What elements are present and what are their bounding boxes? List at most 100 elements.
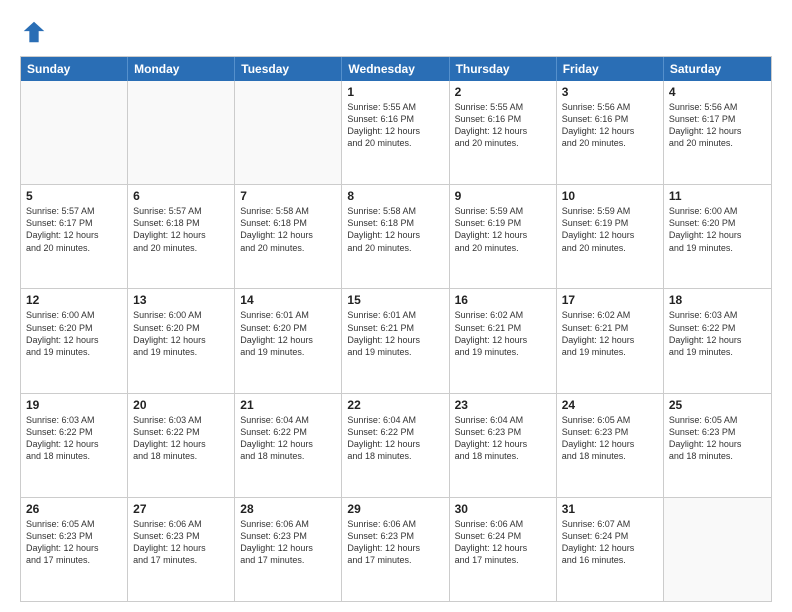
calendar-cell: 14 Sunrise: 6:01 AM Sunset: 6:20 PM Dayli… (235, 289, 342, 392)
cell-info: Sunrise: 6:00 AM Sunset: 6:20 PM Dayligh… (669, 205, 766, 254)
calendar-cell: 15 Sunrise: 6:01 AM Sunset: 6:21 PM Dayli… (342, 289, 449, 392)
calendar-cell: 27Sunrise: 6:06 AM Sunset: 6:23 PM Dayli… (128, 498, 235, 601)
day-number: 17 (562, 293, 658, 307)
calendar-cell: 23 Sunrise: 6:04 AM Sunset: 6:23 PM Dayli… (450, 394, 557, 497)
day-number: 18 (669, 293, 766, 307)
day-number: 20 (133, 398, 229, 412)
cell-info: Sunrise: 5:55 AM Sunset: 6:16 PM Dayligh… (347, 101, 443, 150)
cell-info: Sunrise: 6:04 AM Sunset: 6:22 PM Dayligh… (240, 414, 336, 463)
calendar-cell: 12Sunrise: 6:00 AM Sunset: 6:20 PM Dayli… (21, 289, 128, 392)
day-number: 3 (562, 85, 658, 99)
cell-info: Sunrise: 6:02 AM Sunset: 6:21 PM Dayligh… (455, 309, 551, 358)
calendar-cell: 26 Sunrise: 6:05 AM Sunset: 6:23 PM Dayli… (21, 498, 128, 601)
day-number: 6 (133, 189, 229, 203)
calendar-cell: 19 Sunrise: 6:03 AM Sunset: 6:22 PM Dayli… (21, 394, 128, 497)
cell-info: Sunrise: 5:59 AM Sunset: 6:19 PM Dayligh… (455, 205, 551, 254)
cell-info: Sunrise: 6:03 AM Sunset: 6:22 PM Dayligh… (133, 414, 229, 463)
calendar-cell: 30 Sunrise: 6:06 AM Sunset: 6:24 PM Dayli… (450, 498, 557, 601)
cell-info: Sunrise: 6:06 AM Sunset: 6:23 PM Dayligh… (240, 518, 336, 567)
calendar-cell: 24 Sunrise: 6:05 AM Sunset: 6:23 PM Dayli… (557, 394, 664, 497)
cell-info: Sunrise: 6:04 AM Sunset: 6:22 PM Dayligh… (347, 414, 443, 463)
cell-info: Sunrise: 5:56 AM Sunset: 6:17 PM Dayligh… (669, 101, 766, 150)
calendar-header-cell: Tuesday (235, 57, 342, 81)
calendar-cell: 4 Sunrise: 5:56 AM Sunset: 6:17 PM Daylig… (664, 81, 771, 184)
calendar-cell (21, 81, 128, 184)
day-number: 1 (347, 85, 443, 99)
cell-info: Sunrise: 6:06 AM Sunset: 6:24 PM Dayligh… (455, 518, 551, 567)
day-number: 24 (562, 398, 658, 412)
calendar-cell: 11 Sunrise: 6:00 AM Sunset: 6:20 PM Dayli… (664, 185, 771, 288)
day-number: 11 (669, 189, 766, 203)
calendar-cell: 13Sunrise: 6:00 AM Sunset: 6:20 PM Dayli… (128, 289, 235, 392)
day-number: 7 (240, 189, 336, 203)
calendar-cell: 17Sunrise: 6:02 AM Sunset: 6:21 PM Dayli… (557, 289, 664, 392)
header (20, 18, 772, 46)
cell-info: Sunrise: 5:58 AM Sunset: 6:18 PM Dayligh… (347, 205, 443, 254)
calendar-cell: 2 Sunrise: 5:55 AM Sunset: 6:16 PM Daylig… (450, 81, 557, 184)
calendar-cell: 8 Sunrise: 5:58 AM Sunset: 6:18 PM Daylig… (342, 185, 449, 288)
day-number: 23 (455, 398, 551, 412)
calendar-cell: 3 Sunrise: 5:56 AM Sunset: 6:16 PM Daylig… (557, 81, 664, 184)
cell-info: Sunrise: 6:06 AM Sunset: 6:23 PM Dayligh… (133, 518, 229, 567)
day-number: 26 (26, 502, 122, 516)
calendar-cell: 9 Sunrise: 5:59 AM Sunset: 6:19 PM Daylig… (450, 185, 557, 288)
cell-info: Sunrise: 6:05 AM Sunset: 6:23 PM Dayligh… (26, 518, 122, 567)
calendar-header-cell: Thursday (450, 57, 557, 81)
day-number: 31 (562, 502, 658, 516)
calendar-row: 5 Sunrise: 5:57 AM Sunset: 6:17 PM Daylig… (21, 185, 771, 289)
cell-info: Sunrise: 5:56 AM Sunset: 6:16 PM Dayligh… (562, 101, 658, 150)
day-number: 29 (347, 502, 443, 516)
calendar-header-cell: Sunday (21, 57, 128, 81)
day-number: 14 (240, 293, 336, 307)
day-number: 30 (455, 502, 551, 516)
cell-info: Sunrise: 6:07 AM Sunset: 6:24 PM Dayligh… (562, 518, 658, 567)
calendar-cell (664, 498, 771, 601)
calendar-cell: 5 Sunrise: 5:57 AM Sunset: 6:17 PM Daylig… (21, 185, 128, 288)
calendar: SundayMondayTuesdayWednesdayThursdayFrid… (20, 56, 772, 602)
day-number: 15 (347, 293, 443, 307)
cell-info: Sunrise: 6:03 AM Sunset: 6:22 PM Dayligh… (669, 309, 766, 358)
calendar-cell: 10Sunrise: 5:59 AM Sunset: 6:19 PM Dayli… (557, 185, 664, 288)
day-number: 19 (26, 398, 122, 412)
calendar-cell: 7 Sunrise: 5:58 AM Sunset: 6:18 PM Daylig… (235, 185, 342, 288)
calendar-cell (128, 81, 235, 184)
cell-info: Sunrise: 6:04 AM Sunset: 6:23 PM Dayligh… (455, 414, 551, 463)
day-number: 13 (133, 293, 229, 307)
day-number: 4 (669, 85, 766, 99)
calendar-cell: 31 Sunrise: 6:07 AM Sunset: 6:24 PM Dayli… (557, 498, 664, 601)
logo-icon (20, 18, 48, 46)
calendar-header-row: SundayMondayTuesdayWednesdayThursdayFrid… (21, 57, 771, 81)
day-number: 9 (455, 189, 551, 203)
calendar-cell (235, 81, 342, 184)
cell-info: Sunrise: 6:01 AM Sunset: 6:21 PM Dayligh… (347, 309, 443, 358)
day-number: 8 (347, 189, 443, 203)
calendar-cell: 1 Sunrise: 5:55 AM Sunset: 6:16 PM Daylig… (342, 81, 449, 184)
cell-info: Sunrise: 5:58 AM Sunset: 6:18 PM Dayligh… (240, 205, 336, 254)
calendar-cell: 16 Sunrise: 6:02 AM Sunset: 6:21 PM Dayli… (450, 289, 557, 392)
cell-info: Sunrise: 5:55 AM Sunset: 6:16 PM Dayligh… (455, 101, 551, 150)
calendar-cell: 21Sunrise: 6:04 AM Sunset: 6:22 PM Dayli… (235, 394, 342, 497)
cell-info: Sunrise: 6:05 AM Sunset: 6:23 PM Dayligh… (669, 414, 766, 463)
cell-info: Sunrise: 5:57 AM Sunset: 6:17 PM Dayligh… (26, 205, 122, 254)
calendar-cell: 25 Sunrise: 6:05 AM Sunset: 6:23 PM Dayli… (664, 394, 771, 497)
cell-info: Sunrise: 6:03 AM Sunset: 6:22 PM Dayligh… (26, 414, 122, 463)
page: SundayMondayTuesdayWednesdayThursdayFrid… (0, 0, 792, 612)
cell-info: Sunrise: 6:06 AM Sunset: 6:23 PM Dayligh… (347, 518, 443, 567)
calendar-cell: 29 Sunrise: 6:06 AM Sunset: 6:23 PM Dayli… (342, 498, 449, 601)
day-number: 28 (240, 502, 336, 516)
calendar-cell: 22 Sunrise: 6:04 AM Sunset: 6:22 PM Dayli… (342, 394, 449, 497)
day-number: 25 (669, 398, 766, 412)
day-number: 5 (26, 189, 122, 203)
calendar-cell: 18 Sunrise: 6:03 AM Sunset: 6:22 PM Dayli… (664, 289, 771, 392)
cell-info: Sunrise: 6:01 AM Sunset: 6:20 PM Dayligh… (240, 309, 336, 358)
calendar-cell: 28 Sunrise: 6:06 AM Sunset: 6:23 PM Dayli… (235, 498, 342, 601)
calendar-cell: 20 Sunrise: 6:03 AM Sunset: 6:22 PM Dayli… (128, 394, 235, 497)
day-number: 16 (455, 293, 551, 307)
calendar-row: 12Sunrise: 6:00 AM Sunset: 6:20 PM Dayli… (21, 289, 771, 393)
day-number: 2 (455, 85, 551, 99)
day-number: 10 (562, 189, 658, 203)
day-number: 22 (347, 398, 443, 412)
calendar-row: 26 Sunrise: 6:05 AM Sunset: 6:23 PM Dayli… (21, 498, 771, 601)
calendar-header-cell: Monday (128, 57, 235, 81)
cell-info: Sunrise: 6:05 AM Sunset: 6:23 PM Dayligh… (562, 414, 658, 463)
